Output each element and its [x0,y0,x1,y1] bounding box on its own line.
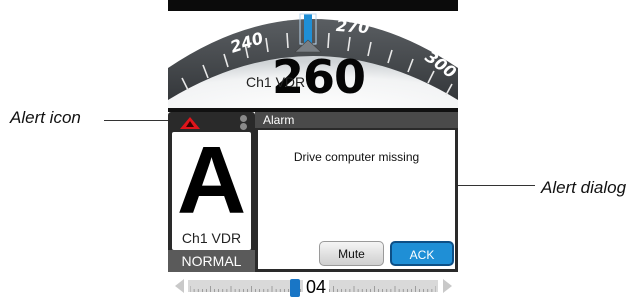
autopilot-screen: 240 270 300 °MAG 260 Ch1 VDR A Ch1 VDR N… [168,0,458,297]
compass-dial: 240 270 300 °MAG 260 Ch1 VDR [168,0,458,112]
chevron-right-icon[interactable] [441,278,453,294]
heading-reference: Ch1 VDR [246,74,306,90]
mode-status: NORMAL [168,250,255,272]
ack-button[interactable]: ACK [390,241,454,266]
mode-display: A Ch1 VDR [172,127,251,250]
compass-magnetic-label: °MAG [426,26,458,40]
dialog-title: Alarm [255,112,458,128]
alert-icon-callout-line [104,120,178,121]
chevron-left-icon[interactable] [174,278,186,294]
alert-icon-callout: Alert icon [10,108,81,127]
mute-button[interactable]: Mute [319,241,384,266]
dialog-body: Drive computer missing Mute ACK [258,130,455,269]
mode-letter: A [176,127,247,234]
alarm-dialog: Alarm Drive computer missing Mute ACK [255,112,458,272]
alert-dialog-callout: Alert dialog [541,178,627,197]
mode-panel[interactable]: A Ch1 VDR NORMAL [168,112,255,272]
mode-reference: Ch1 VDR [181,230,242,246]
rudder-position-marker [290,279,300,297]
rudder-value: 04 [303,277,330,297]
alarm-message: Drive computer missing [293,150,420,164]
compass-tick-270: 270 [335,15,371,38]
rudder-indicator: 04 [168,272,458,297]
